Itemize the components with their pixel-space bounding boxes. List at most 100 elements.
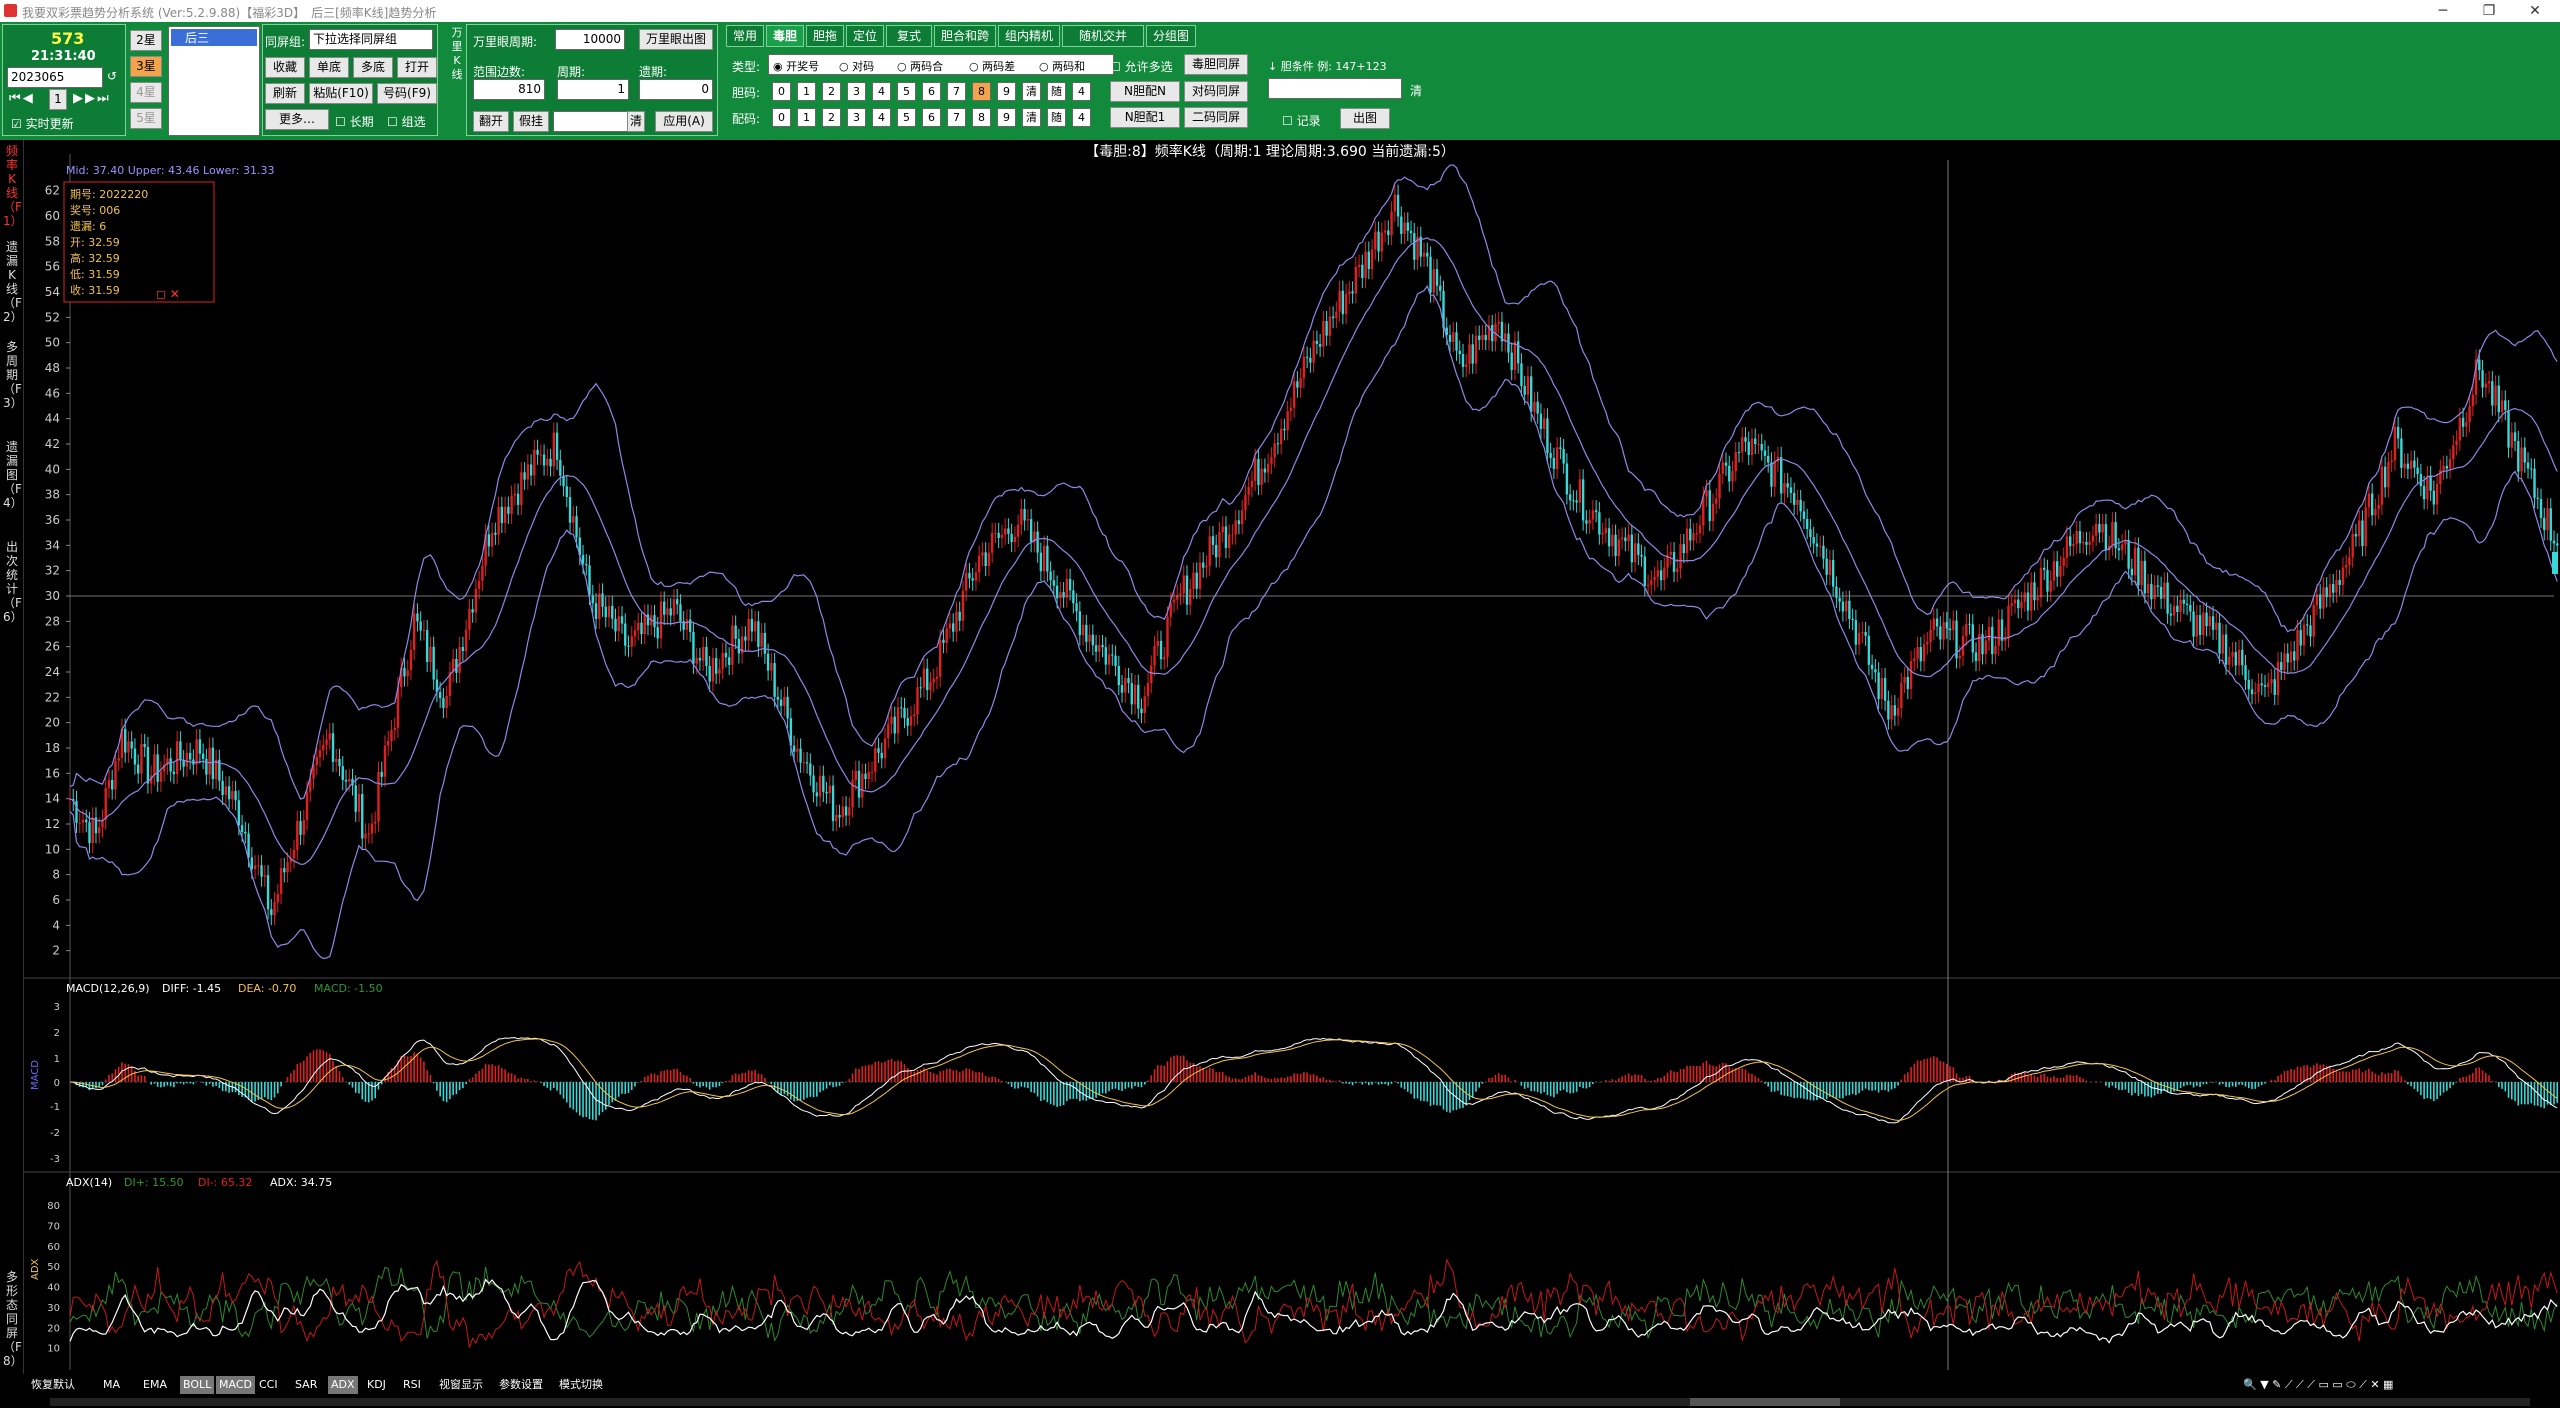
group-select[interactable]: 下拉选择同屏组 xyxy=(309,29,433,50)
peirow-digit-2[interactable]: 2 xyxy=(822,108,841,127)
wanli-period-input[interactable]: 10000 xyxy=(555,29,625,50)
danrow-digit-1[interactable]: 1 xyxy=(797,82,816,101)
two-code-same-screen-button[interactable]: 二码同屏 xyxy=(1184,107,1248,128)
fake-hang-button[interactable]: 假挂 xyxy=(513,111,549,132)
tab-dudan[interactable]: 毒胆 xyxy=(766,25,804,47)
peirow-digit-7[interactable]: 7 xyxy=(947,108,966,127)
group-checkbox[interactable]: ☐ 组选 xyxy=(387,113,426,130)
star-5-button[interactable]: 5星 xyxy=(130,108,162,129)
bottom-item-12[interactable]: 模式切换 xyxy=(556,1376,606,1394)
list-item-selected[interactable]: 后三 xyxy=(171,29,257,46)
wanli-plot-button[interactable]: 万里眼出图 xyxy=(639,29,713,50)
range-input[interactable]: 810 xyxy=(473,79,545,100)
star-2-button[interactable]: 2星 xyxy=(130,30,162,51)
bottom-item-3[interactable]: BOLL xyxy=(180,1376,215,1394)
maximize-button[interactable]: ❐ xyxy=(2466,0,2512,22)
tab-common[interactable]: 常用 xyxy=(726,25,764,47)
bottom-item-2[interactable]: EMA xyxy=(140,1376,170,1394)
multi-bottom-button[interactable]: 多底 xyxy=(353,57,393,78)
radio-two-diff[interactable]: ○ 两码差 xyxy=(969,58,1015,74)
danrow-digit-7[interactable]: 7 xyxy=(947,82,966,101)
refresh-icon[interactable]: ↺ xyxy=(107,69,117,83)
auto-update-checkbox[interactable]: ☑ 实时更新 xyxy=(11,115,74,132)
play-list[interactable]: 后三 xyxy=(168,26,260,136)
dudan-same-screen-button[interactable]: 毒胆同屏 xyxy=(1184,54,1248,75)
danrow-clear-button[interactable]: 清 xyxy=(1022,82,1041,101)
bottom-item-11[interactable]: 参数设置 xyxy=(496,1376,546,1394)
bottom-item-7[interactable]: ADX xyxy=(328,1376,358,1394)
peirow-digit-4[interactable]: 4 xyxy=(872,108,891,127)
sidebar-item-3[interactable]: 遗漏图（F4） xyxy=(3,440,23,510)
danrow-random-button[interactable]: 随 xyxy=(1047,82,1066,101)
danrow-digit-4[interactable]: 4 xyxy=(872,82,891,101)
bottom-item-8[interactable]: KDJ xyxy=(364,1376,389,1394)
tab-random-merge[interactable]: 随机交并 xyxy=(1062,25,1144,47)
multi-select-checkbox[interactable]: ☐ 允许多选 xyxy=(1110,58,1173,75)
radio-two-and[interactable]: ○ 两码和 xyxy=(1039,58,1085,74)
bottom-item-10[interactable]: 视窗显示 xyxy=(436,1376,486,1394)
danrow-digit-0[interactable]: 0 xyxy=(772,82,791,101)
open-button[interactable]: 打开 xyxy=(397,57,437,78)
peirow-clear-button[interactable]: 清 xyxy=(1022,108,1041,127)
bottom-item-9[interactable]: RSI xyxy=(400,1376,424,1394)
star-3-button[interactable]: 3星 xyxy=(130,56,162,77)
record-checkbox[interactable]: ☐ 记录 xyxy=(1282,112,1321,129)
bottom-item-0[interactable]: 恢复默认 xyxy=(28,1376,78,1394)
chart-area[interactable]: 6260585654525048464442403836343230282624… xyxy=(24,140,2560,1385)
issue-select[interactable]: 2023065 xyxy=(7,67,103,88)
more-button[interactable]: 更多… xyxy=(265,109,329,130)
danrow-digit-9[interactable]: 9 xyxy=(997,82,1016,101)
peirow-digit-3[interactable]: 3 xyxy=(847,108,866,127)
single-bottom-button[interactable]: 单底 xyxy=(309,57,349,78)
sidebar-item-0[interactable]: 频率K线（F1） xyxy=(3,144,23,228)
peirow-digit-0[interactable]: 0 xyxy=(772,108,791,127)
first-prev-icon[interactable]: ⏮◀ xyxy=(9,91,35,106)
tab-inner-machine[interactable]: 组内精机 xyxy=(998,25,1060,47)
danrow-digit-6[interactable]: 6 xyxy=(922,82,941,101)
longest-checkbox[interactable]: ☐ 长期 xyxy=(335,113,374,130)
horizontal-scrollbar[interactable] xyxy=(50,1398,2530,1406)
bottom-item-4[interactable]: MACD xyxy=(216,1376,255,1394)
n-dan-pei-1-button[interactable]: N胆配1 xyxy=(1110,107,1180,128)
danrow-digit-5[interactable]: 5 xyxy=(897,82,916,101)
danrow-digit-8[interactable]: 8 xyxy=(972,82,991,101)
tab-compound[interactable]: 复式 xyxy=(886,25,932,47)
tab-dantuo[interactable]: 胆拖 xyxy=(806,25,844,47)
minimize-button[interactable]: ─ xyxy=(2420,0,2466,22)
radio-pair[interactable]: ○ 对码 xyxy=(839,58,874,74)
condition-input[interactable] xyxy=(1268,78,1402,99)
drawing-tools-icon[interactable]: 🔍 ▼ ✎ ⟋ ⟋ ⟋ ▭ ▭ ⬭ ⟋ ✕ ▦ xyxy=(2240,1376,2396,1394)
bottom-item-6[interactable]: SAR xyxy=(292,1376,320,1394)
peirow-digit-6[interactable]: 6 xyxy=(922,108,941,127)
sidebar-item-2[interactable]: 多周期（F3） xyxy=(3,340,23,410)
sidebar-item-1[interactable]: 遗漏K线（F2） xyxy=(3,240,23,324)
danrow-count-button[interactable]: 4 xyxy=(1072,82,1091,101)
peirow-digit-9[interactable]: 9 xyxy=(997,108,1016,127)
paste-button[interactable]: 粘贴(F10) xyxy=(309,83,373,104)
play-index[interactable]: 1 xyxy=(49,89,67,110)
peirow-digit-1[interactable]: 1 xyxy=(797,108,816,127)
refresh-button[interactable]: 刷新 xyxy=(265,83,305,104)
sidebar-item-5[interactable]: 多形态同屏（F8） xyxy=(3,1270,23,1368)
sidebar-item-4[interactable]: 出次统计（F6） xyxy=(3,540,23,624)
n-dan-pei-n-button[interactable]: N胆配N xyxy=(1110,81,1180,102)
close-window-button[interactable]: ✕ xyxy=(2512,0,2558,22)
next-last-icon[interactable]: ▶▶⏭ xyxy=(73,91,111,106)
peirow-random-button[interactable]: 随 xyxy=(1047,108,1066,127)
radio-two-sum[interactable]: ○ 两码合 xyxy=(897,58,943,74)
tab-sum-span[interactable]: 胆合和跨 xyxy=(934,25,996,47)
peirow-count-button[interactable]: 4 xyxy=(1072,108,1091,127)
open-button-2[interactable]: 翻开 xyxy=(473,111,509,132)
radio-open-number[interactable]: ◉ 开奖号 xyxy=(773,58,819,74)
bottom-item-5[interactable]: CCI xyxy=(256,1376,281,1394)
period-input[interactable]: 1 xyxy=(557,79,629,100)
collect-button[interactable]: 收藏 xyxy=(265,57,305,78)
danrow-digit-3[interactable]: 3 xyxy=(847,82,866,101)
tab-position[interactable]: 定位 xyxy=(846,25,884,47)
peirow-digit-5[interactable]: 5 xyxy=(897,108,916,127)
star-4-button[interactable]: 4星 xyxy=(130,82,162,103)
danrow-digit-2[interactable]: 2 xyxy=(822,82,841,101)
pair-same-screen-button[interactable]: 对码同屏 xyxy=(1184,81,1248,102)
miss-input[interactable]: 0 xyxy=(639,79,713,100)
apply-button[interactable]: 应用(A) xyxy=(655,111,713,132)
